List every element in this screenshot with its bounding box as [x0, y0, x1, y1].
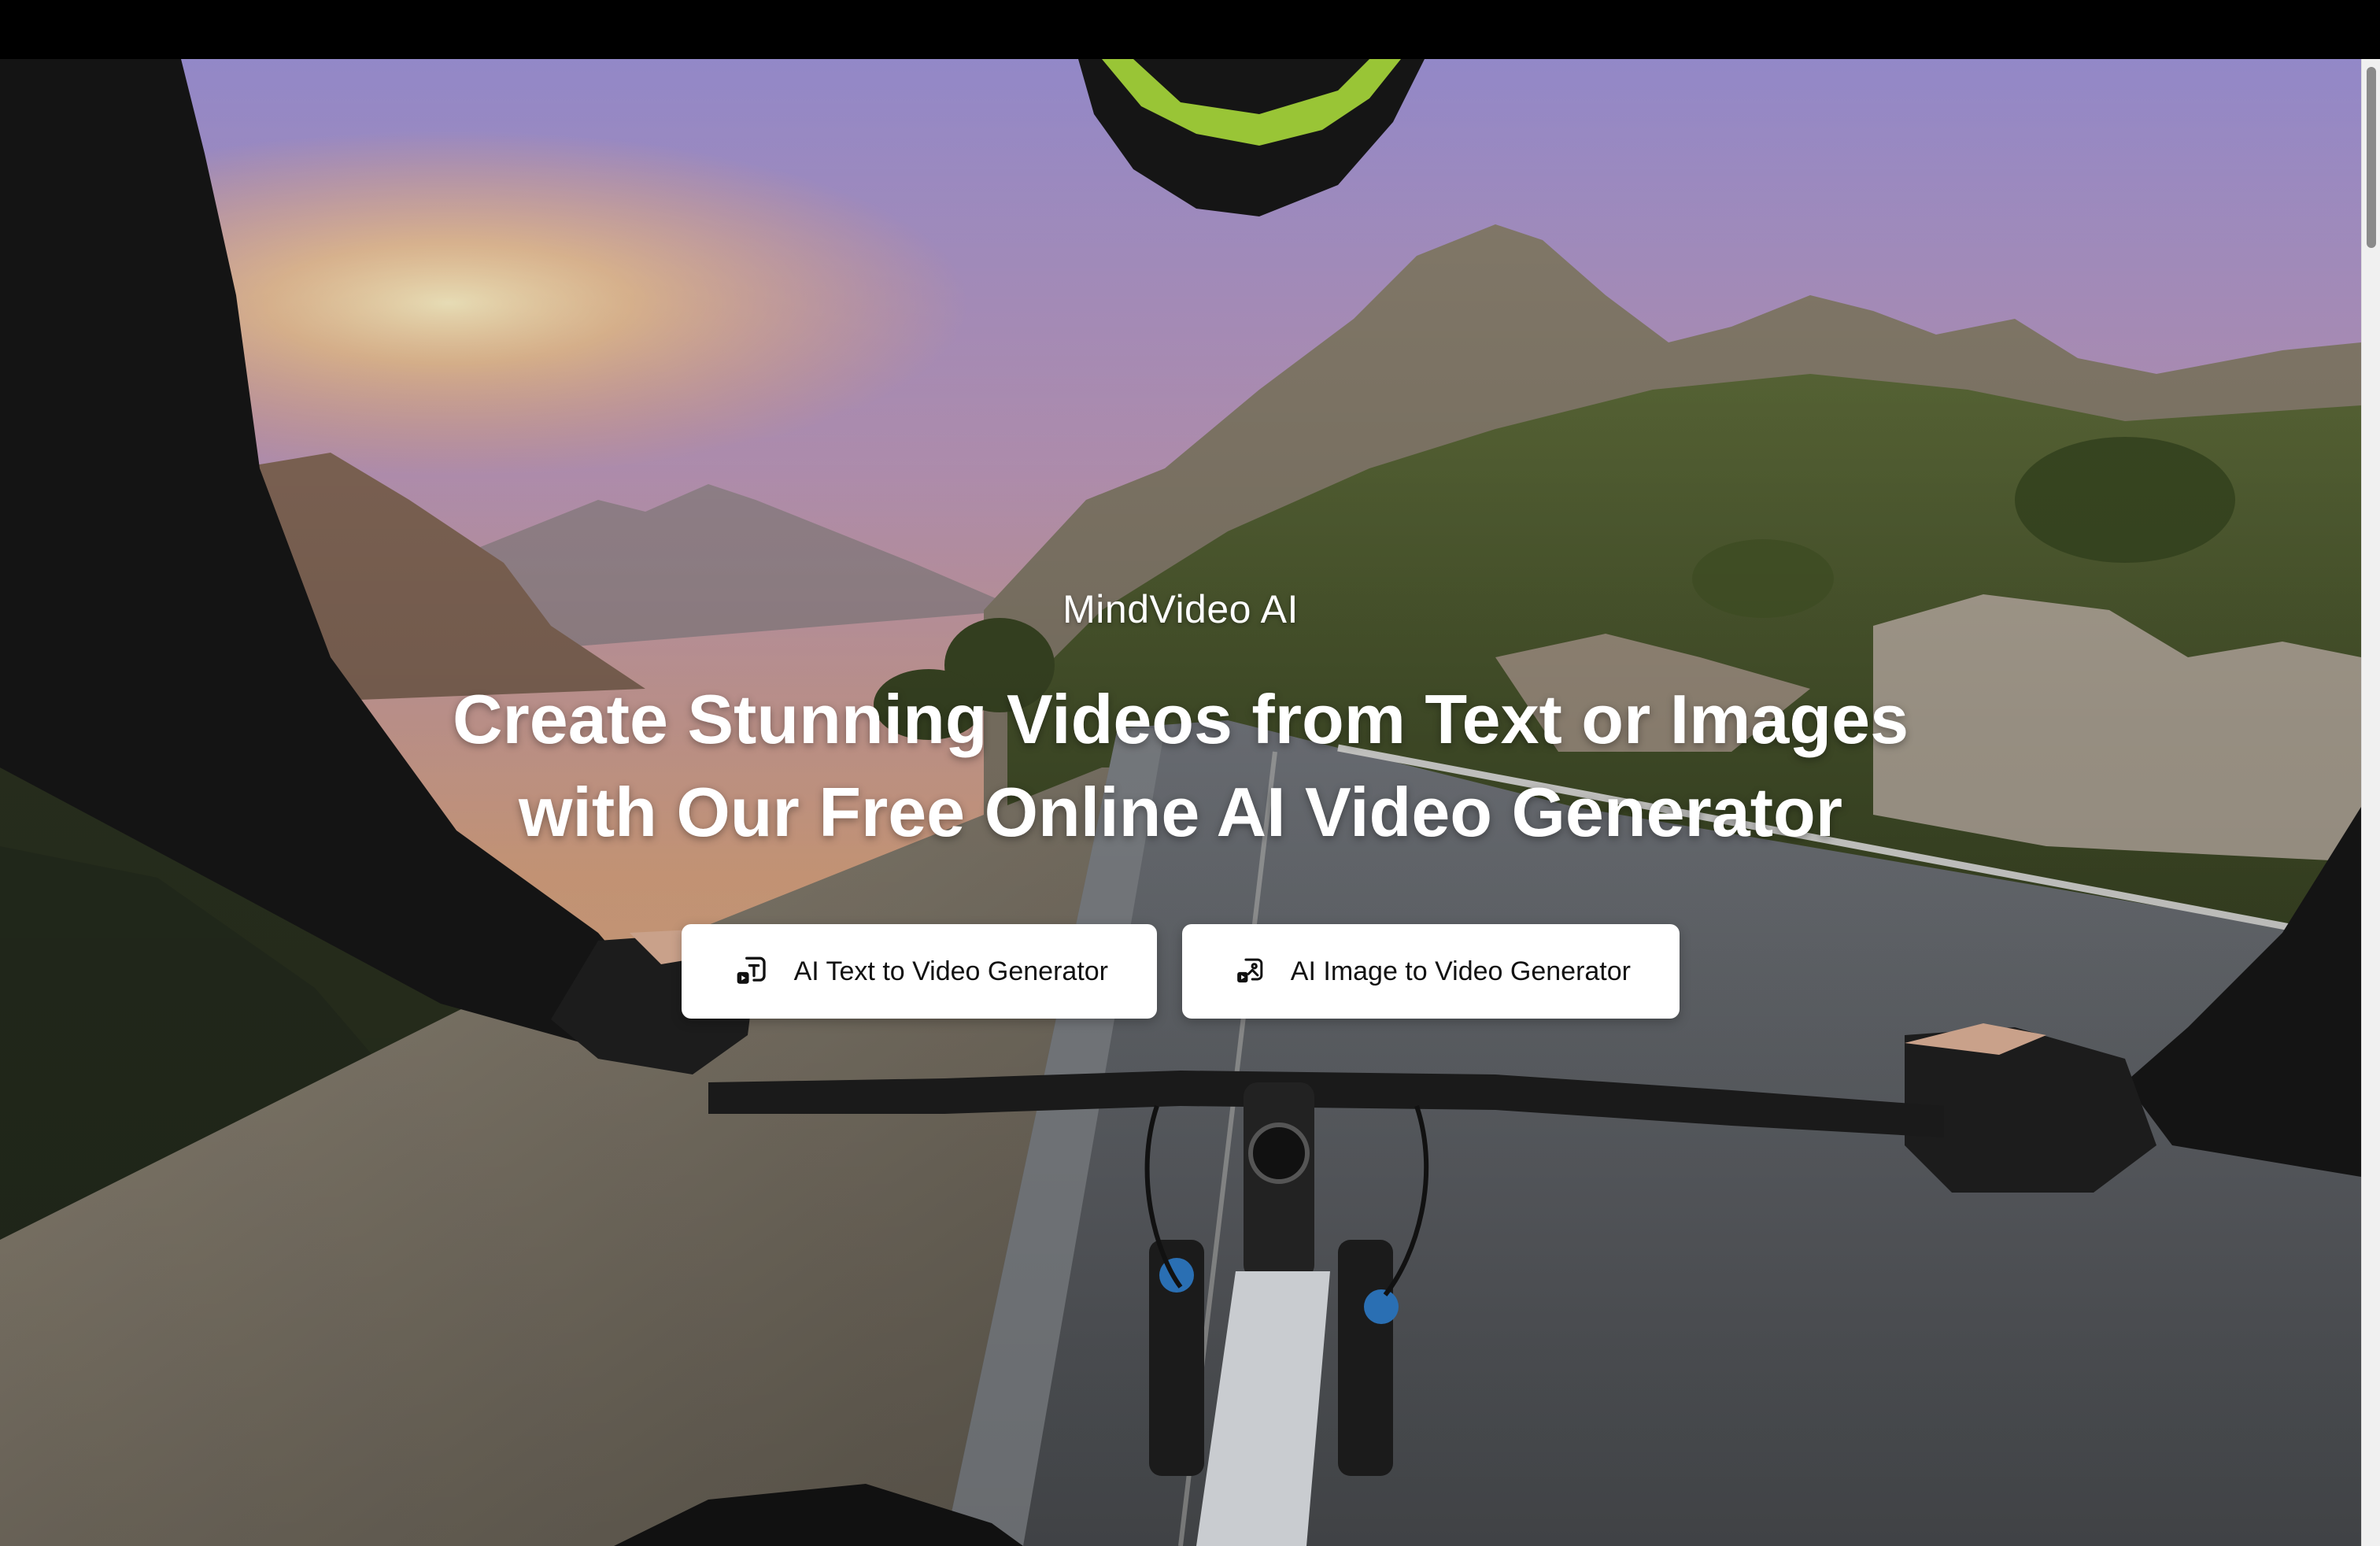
ai-text-to-video-label: AI Text to Video Generator — [793, 956, 1108, 986]
browser-top-bar — [0, 0, 2380, 59]
image-to-video-icon — [1237, 958, 1263, 983]
brand-name: MindVideo AI — [1062, 587, 1299, 631]
headline-line-1: Create Stunning Videos from Text or Imag… — [452, 680, 1909, 758]
cta-button-row: AI Text to Video Generator AI Image to V… — [0, 924, 2361, 1019]
page-viewport: MindVideo AI Create Stunning Videos from… — [0, 59, 2361, 1546]
ai-image-to-video-button[interactable]: AI Image to Video Generator — [1182, 924, 1680, 1019]
hero-section: MindVideo AI Create Stunning Videos from… — [0, 59, 2361, 1546]
ai-image-to-video-label: AI Image to Video Generator — [1290, 956, 1631, 986]
vertical-scrollbar[interactable] — [2361, 59, 2380, 1546]
ai-text-to-video-button[interactable]: AI Text to Video Generator — [682, 924, 1157, 1019]
scrollbar-thumb[interactable] — [2367, 67, 2376, 248]
text-to-video-icon — [737, 956, 766, 984]
headline-line-2: with Our Free Online AI Video Generator — [518, 773, 1843, 851]
page-headline: Create Stunning Videos from Text or Imag… — [0, 673, 2361, 859]
